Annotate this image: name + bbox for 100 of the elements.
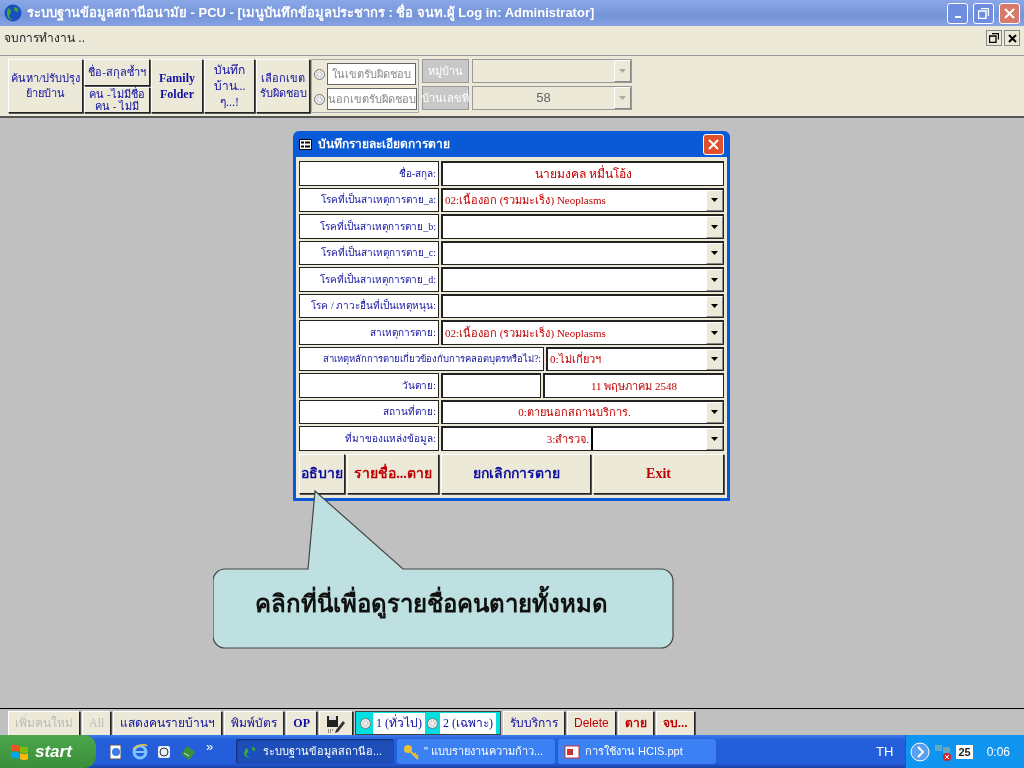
taskbar-button[interactable]: " แบบรายงานความก้าว...	[397, 739, 555, 764]
caret-icon	[711, 357, 718, 362]
dropdown-button[interactable]	[706, 189, 723, 211]
field-label: โรคที่เป็นสาเหตุการตาย_a:	[299, 187, 439, 212]
field-label: โรคที่เป็นสาเหตุการตาย_b:	[299, 214, 439, 239]
dialog-button[interactable]: Exit	[593, 454, 724, 494]
radio-button[interactable]	[427, 717, 438, 729]
globe-icon	[4, 4, 22, 22]
dropdown-button[interactable]	[706, 295, 723, 317]
menu-item[interactable]: จบการทำงาน ..	[4, 29, 984, 47]
caret-icon	[711, 251, 718, 256]
field-label: วันตาย:	[299, 373, 439, 398]
caret-icon	[711, 330, 718, 335]
close-icon	[708, 138, 719, 150]
dropdown-button[interactable]	[706, 322, 723, 344]
taskbar-button[interactable]: ระบบฐานข้อมูลสถานีอ...	[236, 739, 394, 764]
start-button[interactable]: start	[0, 735, 96, 768]
dropdown-button[interactable]	[706, 242, 723, 264]
toolbar-button[interactable]: แสดงคนรายบ้านฯ	[113, 711, 223, 736]
callout-text: คลิกที่นี่เพื่อดูรายชื่อคนตายทั้งหมด	[255, 586, 608, 622]
close-button[interactable]	[1004, 30, 1020, 46]
minimize-icon	[954, 16, 961, 18]
form-icon	[299, 138, 312, 150]
window-title: ระบบฐานข้อมูลสถานีอนามัย - PCU - [เมนูบันทึกข้อมูลประชากร : ชื่อ จนท.ผู้ Log in: Administrator]	[27, 3, 596, 23]
field-label: สาเหตุหลักการตายเกี่ยวข้องกับการคลอดบุตรหรือไม่?:	[299, 346, 544, 371]
more-button[interactable]: »	[206, 736, 236, 757]
toolbar-button[interactable]: พิมพ์บัตร	[224, 711, 285, 736]
taskbar-button[interactable]: การใช้งาน HCIS.ppt	[558, 739, 716, 764]
restore-icon	[978, 7, 989, 19]
dropdown-button[interactable]	[706, 216, 723, 238]
combo-field[interactable]	[441, 267, 724, 292]
toolbar-button[interactable]	[319, 711, 353, 736]
caret-icon	[711, 224, 718, 229]
toolbar-button[interactable]: Family Folder	[151, 59, 203, 113]
toolbar-button[interactable]: เลือกเขต รับผิดชอบ	[256, 59, 310, 113]
date-field[interactable]: 11 พฤษภาคม 2548	[543, 373, 724, 398]
chevron-icon[interactable]	[910, 741, 931, 762]
language-indicator[interactable]: TH	[876, 741, 894, 762]
toolbar-button[interactable]: ชื่อ-สกุลซ้ำฯ	[84, 59, 150, 86]
dropdown-button[interactable]	[706, 348, 723, 370]
tray-badge[interactable]: 25	[956, 744, 973, 759]
radio-button[interactable]	[360, 717, 371, 729]
radio-button[interactable]	[314, 93, 325, 105]
combo-field[interactable]: 02:เนื้องอก (รวมมะเร็ง) Neoplasms	[441, 320, 724, 345]
caret-icon	[711, 198, 718, 203]
caret-icon	[619, 96, 626, 100]
slides-icon	[564, 743, 580, 760]
combo-field[interactable]: 0:ตายนอกสถานบริการ.	[441, 399, 724, 424]
toolbar-button[interactable]: ตาย	[617, 711, 654, 736]
input-field[interactable]	[441, 373, 541, 398]
field-label: สถานที่ตาย:	[299, 399, 439, 424]
close-icon	[1004, 7, 1015, 19]
restore-button[interactable]	[986, 30, 1002, 46]
caret-icon	[711, 410, 718, 415]
text-field[interactable]: นายมงคล หมื่นโอ้ง	[441, 161, 724, 186]
dialog-button[interactable]: รายชื่อ...ตาย	[347, 454, 439, 494]
combo-field[interactable]	[441, 240, 724, 265]
option-label: นอกเขตรับผิดชอบ	[327, 88, 417, 110]
combo-field[interactable]: 0:ไม่เกี่ยวฯ	[546, 346, 724, 371]
dialog-button[interactable]: ยกเลิกการตาย	[441, 454, 591, 494]
option-label: 1 (ทั่วไป)	[373, 712, 425, 734]
toolbar-button[interactable]: ค้นหา/ปรับปรุง ย้ายบ้าน	[8, 59, 83, 113]
document-icon[interactable]	[108, 743, 124, 760]
close-icon	[1007, 33, 1017, 43]
minimize-button[interactable]	[947, 2, 968, 24]
combo-field[interactable]: 58	[472, 86, 632, 110]
caret-icon	[711, 304, 718, 309]
caret-icon	[711, 277, 718, 282]
toolbar-button[interactable]: จบ...	[655, 711, 695, 736]
media-icon[interactable]	[156, 743, 172, 760]
field-label: โรคที่เป็นสาเหตุการตาย_d:	[299, 267, 439, 292]
floppy-pencil-icon	[326, 714, 346, 733]
toolbar-button[interactable]: รับบริการ	[503, 711, 565, 736]
toolbar-button[interactable]: คน -ไม่มีชื่อ คน - ไม่มี	[84, 86, 150, 113]
windows-logo-icon	[10, 742, 30, 761]
toolbar-button[interactable]: OP	[286, 711, 317, 736]
toolbar-button[interactable]: Delete	[567, 711, 616, 736]
field-label: ชื่อ-สกุล:	[299, 161, 439, 186]
combo-field[interactable]	[441, 293, 724, 318]
network-icon[interactable]	[934, 742, 953, 761]
combo-field[interactable]	[472, 59, 632, 83]
radio-button[interactable]	[314, 68, 325, 80]
combo-field[interactable]: 02:เนื้องอก (รวมมะเร็ง) Neoplasms	[441, 187, 724, 212]
option-label: 2 (เฉพาะ)	[440, 712, 496, 734]
field-label: บ้านเลขที่	[422, 86, 469, 110]
toolbar-button[interactable]: บันทึก บ้าน... ๆ...!	[204, 59, 255, 113]
field-label: โรคที่เป็นสาเหตุการตาย_c:	[299, 240, 439, 265]
combo-field[interactable]	[441, 214, 724, 239]
restore-icon	[989, 33, 999, 43]
dialog-button[interactable]: อธิบาย	[299, 454, 345, 494]
key-icon	[403, 743, 419, 760]
field-label: สาเหตุการตาย:	[299, 320, 439, 345]
globe-icon	[242, 743, 258, 760]
dropdown-button[interactable]	[706, 269, 723, 291]
browser-icon[interactable]	[132, 743, 148, 760]
dialog-title: บันทึกรายละเอียดการตาย	[318, 136, 451, 153]
caret-icon	[619, 69, 626, 73]
option-label: ในเขตรับผิดชอบ	[327, 63, 416, 85]
field-label: โรค / ภาวะอื่นที่เป็นเหตุหนุน:	[299, 293, 439, 318]
dropdown-button[interactable]	[706, 401, 723, 423]
